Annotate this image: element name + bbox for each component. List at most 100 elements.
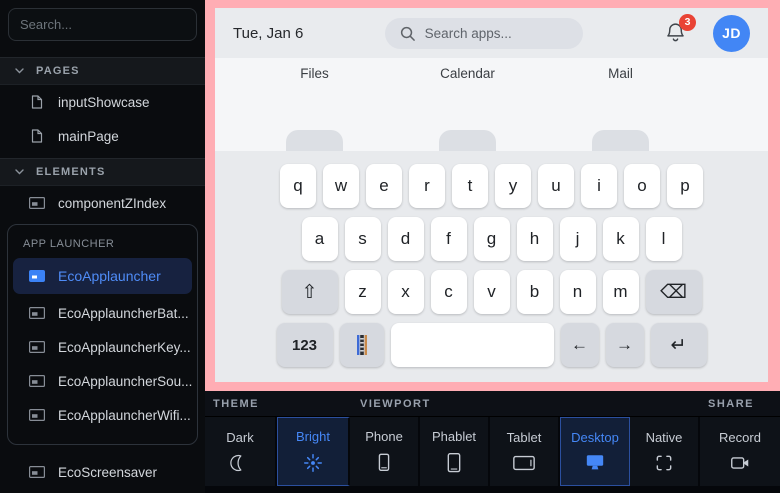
viewport-native-button[interactable]: Native (630, 417, 700, 486)
letter-key[interactable]: v (474, 270, 510, 314)
keyboard-row-3: ⇧ zxcvbnm ⌫ (282, 270, 702, 314)
tablet-icon (512, 453, 536, 473)
theme-bright-button[interactable]: Bright (277, 417, 350, 486)
sidebar-item-ecoapplauncherwifi[interactable]: EcoApplauncherWifi... (13, 398, 192, 432)
viewport-desktop-button-label: Desktop (571, 430, 619, 445)
letter-key[interactable]: k (603, 217, 639, 261)
theme-bright-button-label: Bright (296, 429, 330, 444)
letter-key[interactable]: f (431, 217, 467, 261)
space-key[interactable] (391, 323, 554, 367)
letter-key[interactable]: l (646, 217, 682, 261)
letter-key[interactable]: d (388, 217, 424, 261)
sidebar-item-ecoapplauncher-selected[interactable]: EcoApplauncher (13, 258, 192, 294)
viewport-native-button-label: Native (646, 430, 683, 445)
keyboard-row-4: 123 ← → ↵ (277, 323, 707, 367)
section-elements[interactable]: ELEMENTS (0, 158, 205, 186)
notifications-button[interactable]: 3 (664, 21, 687, 46)
sun-sparkle-icon (302, 452, 324, 474)
letter-key[interactable]: j (560, 217, 596, 261)
letter-key[interactable]: z (345, 270, 381, 314)
sidebar-item-label: componentZIndex (58, 196, 166, 211)
app-search-placeholder: Search apps... (425, 26, 512, 41)
letter-key[interactable]: q (280, 164, 316, 208)
sidebar-item-ecoapplauncherSou[interactable]: EcoApplauncherSou... (13, 364, 192, 398)
letter-key[interactable]: t (452, 164, 488, 208)
enter-key[interactable]: ↵ (651, 323, 707, 367)
component-explorer-sidebar: PAGES inputShowcase mainPage ELEMENTS co… (0, 0, 205, 493)
app-label[interactable]: Calendar (391, 66, 544, 81)
sidebar-item-label: EcoApplauncherSou... (58, 374, 192, 389)
viewport-desktop-button[interactable]: Desktop (560, 417, 630, 486)
letter-key[interactable]: i (581, 164, 617, 208)
viewport-phone-button[interactable]: Phone (350, 417, 420, 486)
app-tile-partial[interactable] (286, 130, 343, 151)
viewport-phablet-button[interactable]: Phablet (420, 417, 490, 486)
emoji-strip-icon (357, 335, 367, 355)
app-tile-partial[interactable] (592, 130, 649, 151)
viewport-phone-button-label: Phone (365, 429, 403, 444)
letter-key[interactable]: g (474, 217, 510, 261)
launcher-statusbar: Tue, Jan 6 Search apps... 3 JD (215, 8, 768, 58)
letter-key[interactable]: r (409, 164, 445, 208)
sidebar-item-ecoapplauncherbat[interactable]: EcoApplauncherBat... (13, 296, 192, 330)
letter-key[interactable]: n (560, 270, 596, 314)
desktop-monitor-icon (584, 453, 606, 473)
sidebar-item-inputshowcase[interactable]: inputShowcase (0, 85, 205, 119)
theme-dark-button-label: Dark (226, 430, 253, 445)
app-label[interactable]: Mail (544, 66, 697, 81)
sidebar-item-ecoscreensaver[interactable]: EcoScreensaver (0, 455, 205, 489)
app-labels-row: FilesCalendarMail (238, 66, 698, 81)
arrow-left-key[interactable]: ← (561, 323, 599, 367)
app-search-field[interactable]: Search apps... (385, 18, 583, 49)
section-pages[interactable]: PAGES (0, 57, 205, 85)
letter-key[interactable]: e (366, 164, 402, 208)
phone-icon (373, 452, 395, 474)
app-launcher-screen: Tue, Jan 6 Search apps... 3 JD FilesCale… (215, 8, 768, 382)
sidebar-item-componentzindex[interactable]: componentZIndex (0, 186, 205, 220)
letter-key[interactable]: m (603, 270, 639, 314)
share-record-button-label: Record (719, 430, 761, 445)
letter-key[interactable]: c (431, 270, 467, 314)
share-record-button[interactable]: Record (700, 417, 780, 486)
viewport-phablet-button-label: Phablet (432, 429, 476, 444)
user-avatar[interactable]: JD (713, 15, 750, 52)
component-icon (29, 307, 45, 319)
letter-key[interactable]: h (517, 217, 553, 261)
date-label: Tue, Jan 6 (233, 25, 303, 42)
sidebar-item-ecoapplauncherkey[interactable]: EcoApplauncherKey... (13, 330, 192, 364)
letter-key[interactable]: x (388, 270, 424, 314)
shift-key[interactable]: ⇧ (282, 270, 338, 314)
document-icon (29, 129, 45, 143)
app-label[interactable]: Files (238, 66, 391, 81)
theme-dark-button[interactable]: Dark (205, 417, 277, 486)
preview-frame: Tue, Jan 6 Search apps... 3 JD FilesCale… (205, 0, 780, 391)
letter-key[interactable]: p (667, 164, 703, 208)
letter-key[interactable]: b (517, 270, 553, 314)
letter-key[interactable]: o (624, 164, 660, 208)
app-launcher-group: APP LAUNCHER EcoApplauncher EcoApplaunch… (7, 224, 198, 445)
component-icon (29, 409, 45, 421)
sidebar-search[interactable] (8, 8, 197, 41)
viewport-section-label: VIEWPORT (360, 398, 431, 410)
notification-badge: 3 (679, 14, 696, 31)
component-icon (29, 341, 45, 353)
backspace-key[interactable]: ⌫ (646, 270, 702, 314)
arrow-right-key[interactable]: → (606, 323, 644, 367)
letter-key[interactable]: w (323, 164, 359, 208)
sidebar-item-getzindex[interactable]: getZIndex (0, 489, 205, 493)
sidebar-item-mainpage[interactable]: mainPage (0, 119, 205, 153)
keyboard-row-3-letters: zxcvbnm (345, 270, 639, 314)
letter-key[interactable]: y (495, 164, 531, 208)
letter-key[interactable]: u (538, 164, 574, 208)
emoji-key[interactable] (340, 323, 384, 367)
viewport-tablet-button[interactable]: Tablet (490, 417, 560, 486)
theme-section-label: THEME (213, 398, 259, 410)
sidebar-search-input[interactable] (9, 17, 205, 32)
letter-key[interactable]: a (302, 217, 338, 261)
app-tile-partial[interactable] (439, 130, 496, 151)
letter-key[interactable]: s (345, 217, 381, 261)
sidebar-item-label: EcoApplauncherKey... (58, 340, 191, 355)
numeric-mode-key[interactable]: 123 (277, 323, 333, 367)
video-camera-icon (729, 453, 751, 473)
sidebar-item-label: EcoScreensaver (58, 465, 157, 480)
